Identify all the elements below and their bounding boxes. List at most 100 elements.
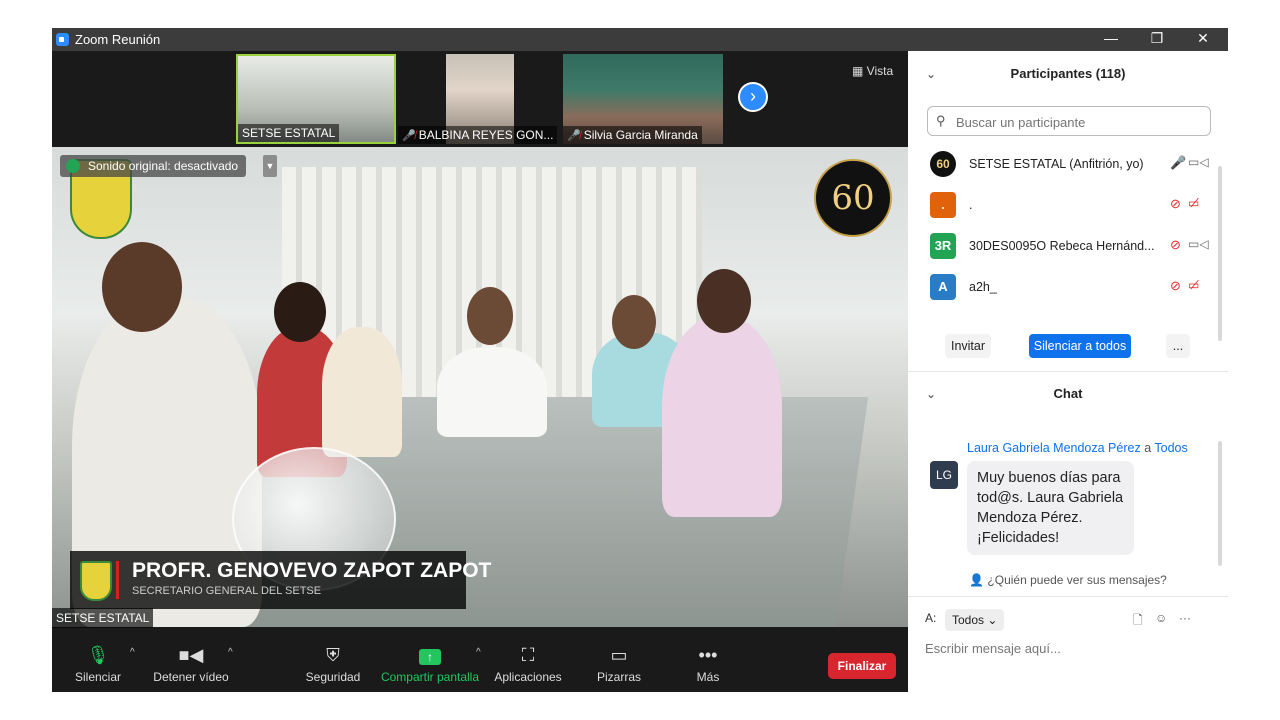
security-label: Seguridad	[305, 670, 361, 684]
participants-list: 60 SETSE ESTATAL (Anfitrión, yo) 🎤 ▭◁ . …	[908, 143, 1218, 319]
video-off-icon[interactable]: ▭̸	[1188, 196, 1199, 210]
video-person-head	[102, 242, 182, 332]
video-person	[437, 347, 547, 437]
chat-recipient[interactable]: Todos	[1154, 441, 1187, 455]
participant-avatar: A	[930, 274, 956, 300]
window-title: Zoom Reunión	[75, 32, 161, 47]
who-can-see-label: ¿Quién puede ver sus mensajes?	[987, 573, 1167, 587]
video-camera-icon[interactable]: ▭◁	[1188, 237, 1209, 251]
minimize-button[interactable]: —	[1096, 30, 1126, 46]
chat-to-word: a	[1144, 441, 1152, 455]
participant-row[interactable]: 60 SETSE ESTATAL (Anfitrión, yo) 🎤 ▭◁	[908, 143, 1218, 184]
more-label: Más	[696, 670, 720, 684]
thumbnail-name: Silvia Garcia Miranda	[583, 128, 698, 142]
mic-muted-icon[interactable]: ⊘	[1170, 196, 1181, 212]
mic-muted-icon[interactable]: ⊘	[1170, 278, 1181, 294]
apps-button[interactable]: ⛶ Aplicaciones	[492, 635, 564, 692]
mute-label: Silenciar	[74, 670, 122, 684]
thumbnail-balbina[interactable]: 🎤̸ BALBINA REYES GON...	[398, 54, 558, 144]
lower-third-banner: PROFR. GENOVEVO ZAPOT ZAPOT SECRETARIO G…	[70, 551, 491, 609]
end-meeting-button[interactable]: Finalizar	[828, 653, 896, 679]
side-panel: ⌄ Participantes (118) ⚲ 60 SETSE ESTATAL…	[908, 51, 1228, 692]
whiteboards-button[interactable]: ▭ Pizarras	[592, 635, 646, 692]
people-icon: 👤	[969, 573, 988, 587]
mute-button[interactable]: 🎙 Silenciar	[70, 635, 126, 692]
original-sound-notice[interactable]: Sonido original: desactivado	[60, 155, 247, 177]
chevron-right-icon: ›	[750, 86, 756, 106]
share-options-button[interactable]: ^	[470, 635, 482, 692]
video-person	[322, 327, 402, 457]
next-page-button[interactable]: ›	[738, 82, 768, 112]
participant-name: .	[969, 198, 973, 212]
apps-label: Aplicaciones	[494, 670, 562, 684]
caret-up-icon: ^	[130, 647, 135, 658]
title-bar: Zoom Reunión — ❐ ✕	[52, 28, 1228, 51]
stop-video-button[interactable]: ■◀ Detener vídeo	[152, 635, 230, 692]
video-area: SETSE ESTATAL 🎤̸ BALBINA REYES GON... 🎤̸ S…	[52, 51, 908, 635]
thumbnail-strip: SETSE ESTATAL 🎤̸ BALBINA REYES GON... 🎤̸ S…	[52, 51, 908, 147]
mic-muted-icon: 🎤̸	[402, 130, 416, 142]
thumbnail-name: BALBINA REYES GON...	[418, 128, 554, 142]
file-icon[interactable]: 🗋	[1133, 611, 1143, 632]
grid-icon: ▦	[852, 64, 867, 78]
anniversary-60-logo: 60	[814, 159, 892, 237]
view-label: Vista	[866, 64, 894, 78]
participant-row[interactable]: 3R 30DES0095O Rebeca Hernánd... ⊘ ▭◁	[908, 225, 1218, 266]
participant-search-input[interactable]	[954, 112, 1208, 132]
chat-more-icon[interactable]: ···	[1179, 611, 1191, 625]
view-button[interactable]: ▦ Vista	[852, 64, 893, 78]
security-button[interactable]: ⛨ Seguridad	[304, 635, 362, 692]
chat-input[interactable]: Escribir mensaje aquí...	[925, 641, 1061, 656]
thumbnail-silvia[interactable]: 🎤̸ Silvia Garcia Miranda	[563, 54, 723, 144]
recipient-value: Todos	[952, 613, 985, 627]
chevron-down-icon: ▼	[265, 161, 275, 171]
restore-button[interactable]: ❐	[1142, 30, 1172, 47]
who-can-see-messages[interactable]: 👤 ¿Quién puede ver sus mensajes?	[908, 573, 1228, 587]
sound-dropdown-button[interactable]: ▼	[263, 155, 277, 177]
video-camera-icon[interactable]: ▭◁	[1188, 155, 1209, 169]
panel-divider	[908, 371, 1228, 372]
participants-header: Participantes (118)	[1010, 66, 1126, 81]
video-person-head	[274, 282, 326, 342]
video-off-icon[interactable]: ▭̸	[1188, 278, 1199, 292]
mute-all-button[interactable]: Silenciar a todos	[1029, 334, 1131, 358]
share-screen-button[interactable]: ↑ Compartir pantalla	[378, 635, 482, 692]
search-icon: ⚲	[936, 113, 946, 128]
thumbnail-name: SETSE ESTATAL	[238, 124, 340, 142]
lower-third-divider	[116, 561, 119, 599]
main-video: Sonido original: desactivado ▼ 60 PROFR.…	[52, 147, 908, 627]
participant-search: ⚲	[927, 106, 1211, 136]
participant-row[interactable]: . . ⊘ ▭̸	[908, 184, 1218, 225]
audio-options-button[interactable]: ^	[124, 635, 136, 692]
original-sound-label: Sonido original: desactivado	[88, 159, 239, 173]
participant-row[interactable]: A a2h_ ⊘ ▭̸	[908, 266, 1218, 307]
participants-scrollbar[interactable]	[1218, 166, 1222, 341]
video-options-button[interactable]: ^	[222, 635, 234, 692]
video-camera-icon: ■◀	[178, 645, 204, 665]
active-speaker-name: SETSE ESTATAL	[52, 608, 154, 628]
share-screen-label: Compartir pantalla	[380, 670, 480, 684]
more-button[interactable]: ••• Más	[688, 635, 728, 692]
stop-video-label: Detener vídeo	[153, 670, 229, 684]
chat-message-header: Laura Gabriela Mendoza Pérez a Todos	[967, 441, 1188, 455]
microphone-icon[interactable]: 🎤	[1170, 155, 1186, 171]
thumbnail-setse-estatal[interactable]: SETSE ESTATAL	[236, 54, 396, 144]
mic-muted-icon[interactable]: ⊘	[1170, 237, 1181, 253]
zoom-logo-icon	[56, 33, 69, 46]
emoji-icon[interactable]: ☺	[1155, 611, 1167, 625]
to-label: A:	[925, 611, 937, 625]
video-person-head	[467, 287, 513, 345]
recipient-dropdown[interactable]: Todos ⌄	[945, 609, 1005, 631]
participants-more-button[interactable]: ...	[1166, 334, 1190, 358]
chat-message-bubble: Muy buenos días para tod@s. Laura Gabrie…	[967, 461, 1134, 555]
video-person-head	[612, 295, 656, 349]
shield-check-icon	[66, 159, 80, 173]
close-button[interactable]: ✕	[1188, 30, 1218, 47]
caret-up-icon: ^	[228, 647, 233, 658]
zoom-window: Zoom Reunión — ❐ ✕ SETSE ESTATAL 🎤̸ BALBI…	[52, 28, 1228, 692]
invite-button[interactable]: Invitar	[945, 334, 991, 358]
apps-icon: ⛶	[521, 645, 535, 665]
chat-sender[interactable]: Laura Gabriela Mendoza Pérez	[967, 441, 1141, 455]
shield-icon: ⛨	[326, 645, 340, 665]
chat-scrollbar[interactable]	[1218, 441, 1222, 566]
